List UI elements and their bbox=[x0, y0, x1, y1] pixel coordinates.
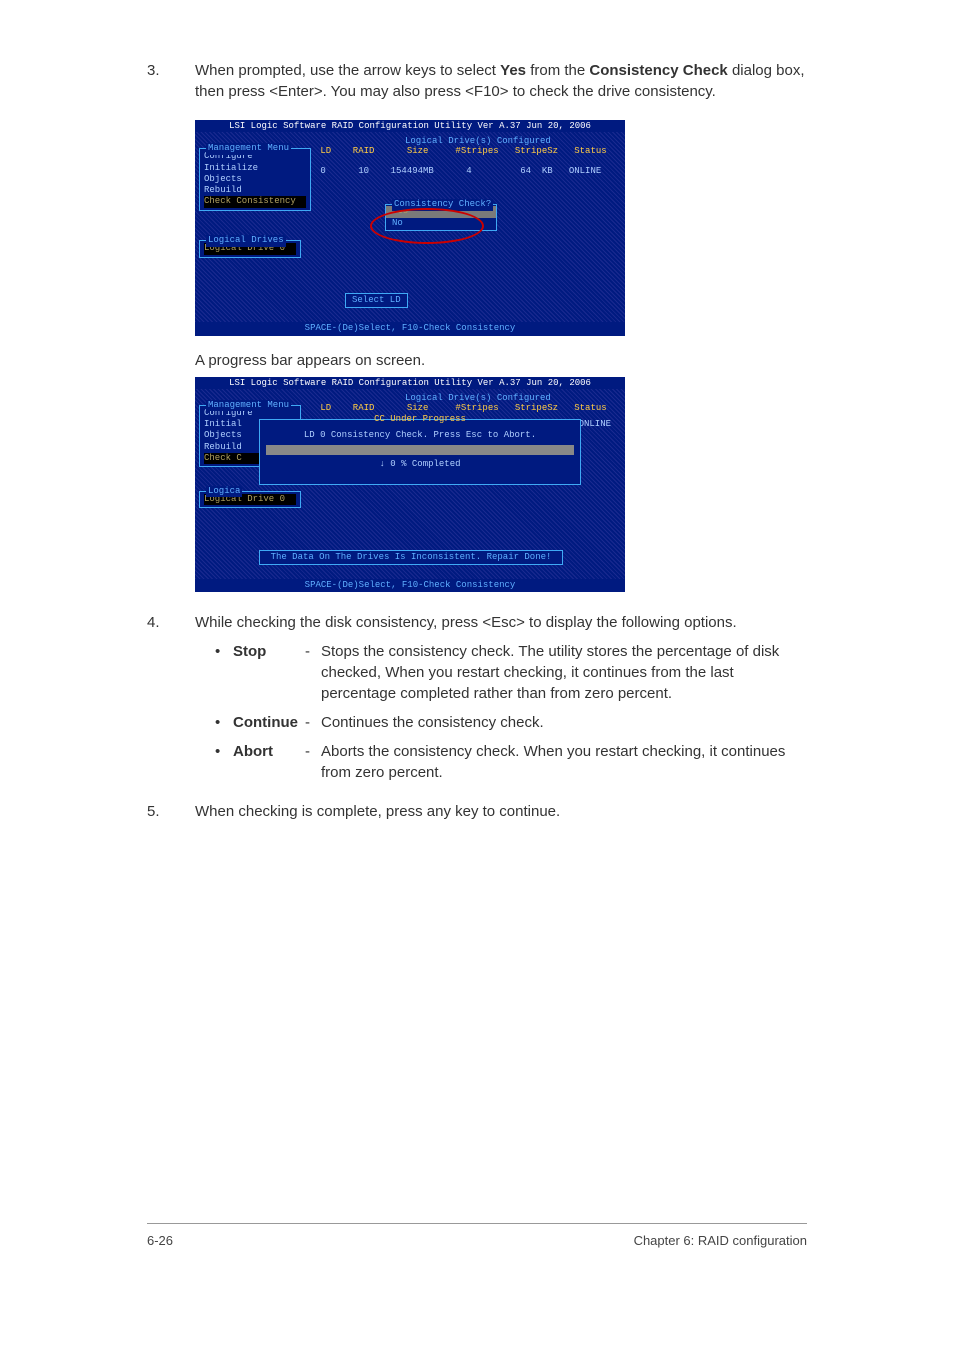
option-continue: • Continue - Continues the consistency c… bbox=[215, 712, 807, 733]
step-3-text: When prompted, use the arrow keys to sel… bbox=[195, 60, 807, 102]
logical-drives-box: Logica Logical Drive 0 bbox=[199, 491, 301, 508]
dialog-no: No bbox=[386, 218, 496, 229]
step-number: 3. bbox=[147, 60, 195, 110]
options-list: • Stop - Stops the consistency check. Th… bbox=[215, 641, 807, 783]
hint-box: Select LD bbox=[345, 293, 408, 308]
bios-screenshot-2: LSI Logic Software RAID Configuration Ut… bbox=[195, 377, 625, 593]
step-3: 3. When prompted, use the arrow keys to … bbox=[147, 60, 807, 110]
bios-screenshot-1: LSI Logic Software RAID Configuration Ut… bbox=[195, 120, 625, 336]
step-number: 5. bbox=[147, 801, 195, 830]
menu-item: Initialize bbox=[204, 163, 306, 174]
option-abort: • Abort - Aborts the consistency check. … bbox=[215, 741, 807, 783]
chapter-label: Chapter 6: RAID configuration bbox=[634, 1232, 807, 1250]
page-footer: 6-26 Chapter 6: RAID configuration bbox=[147, 1223, 807, 1250]
consistency-dialog: Consistency Check? Yes No bbox=[385, 204, 497, 231]
step-5: 5. When checking is complete, press any … bbox=[147, 801, 807, 830]
progress-line: LD 0 Consistency Check. Press Esc to Abo… bbox=[260, 430, 580, 441]
menu-item-selected: Check Consistency bbox=[204, 196, 306, 207]
status-word: ONLINE bbox=[579, 419, 611, 430]
menu-item: Objects bbox=[204, 174, 306, 185]
bios-title: LSI Logic Software RAID Configuration Ut… bbox=[195, 378, 625, 389]
bios-footer: SPACE-(De)Select, F10-Check Consistency bbox=[195, 322, 625, 335]
option-stop: • Stop - Stops the consistency check. Th… bbox=[215, 641, 807, 704]
bios-footer: SPACE-(De)Select, F10-Check Consistency bbox=[195, 579, 625, 592]
table-header: LD RAID Size #Stripes StripeSz Status bbox=[315, 403, 607, 414]
step-4-text: While checking the disk consistency, pre… bbox=[195, 612, 807, 633]
logical-drives-box: Logical Drives Logical Drive 0 bbox=[199, 240, 301, 257]
management-menu: Management Menu Configure Initialize Obj… bbox=[199, 148, 311, 210]
message-box: The Data On The Drives Is Inconsistent. … bbox=[259, 550, 563, 565]
table-header: LD RAID Size #Stripes StripeSz Status bbox=[315, 146, 607, 157]
progress-pct: ↓ 0 % Completed bbox=[260, 459, 580, 470]
page-number: 6-26 bbox=[147, 1232, 173, 1250]
progress-panel: CC Under Progress LD 0 Consistency Check… bbox=[259, 419, 581, 485]
table-row: 0 10 154494MB 4 64 KB ONLINE bbox=[315, 166, 601, 177]
bios-title: LSI Logic Software RAID Configuration Ut… bbox=[195, 121, 625, 132]
progress-bar bbox=[266, 445, 574, 455]
step-number: 4. bbox=[147, 612, 195, 791]
step-4: 4. While checking the disk consistency, … bbox=[147, 612, 807, 791]
step-5-text: When checking is complete, press any key… bbox=[195, 801, 807, 822]
progress-caption: A progress bar appears on screen. bbox=[195, 350, 807, 371]
menu-item: Rebuild bbox=[204, 185, 306, 196]
